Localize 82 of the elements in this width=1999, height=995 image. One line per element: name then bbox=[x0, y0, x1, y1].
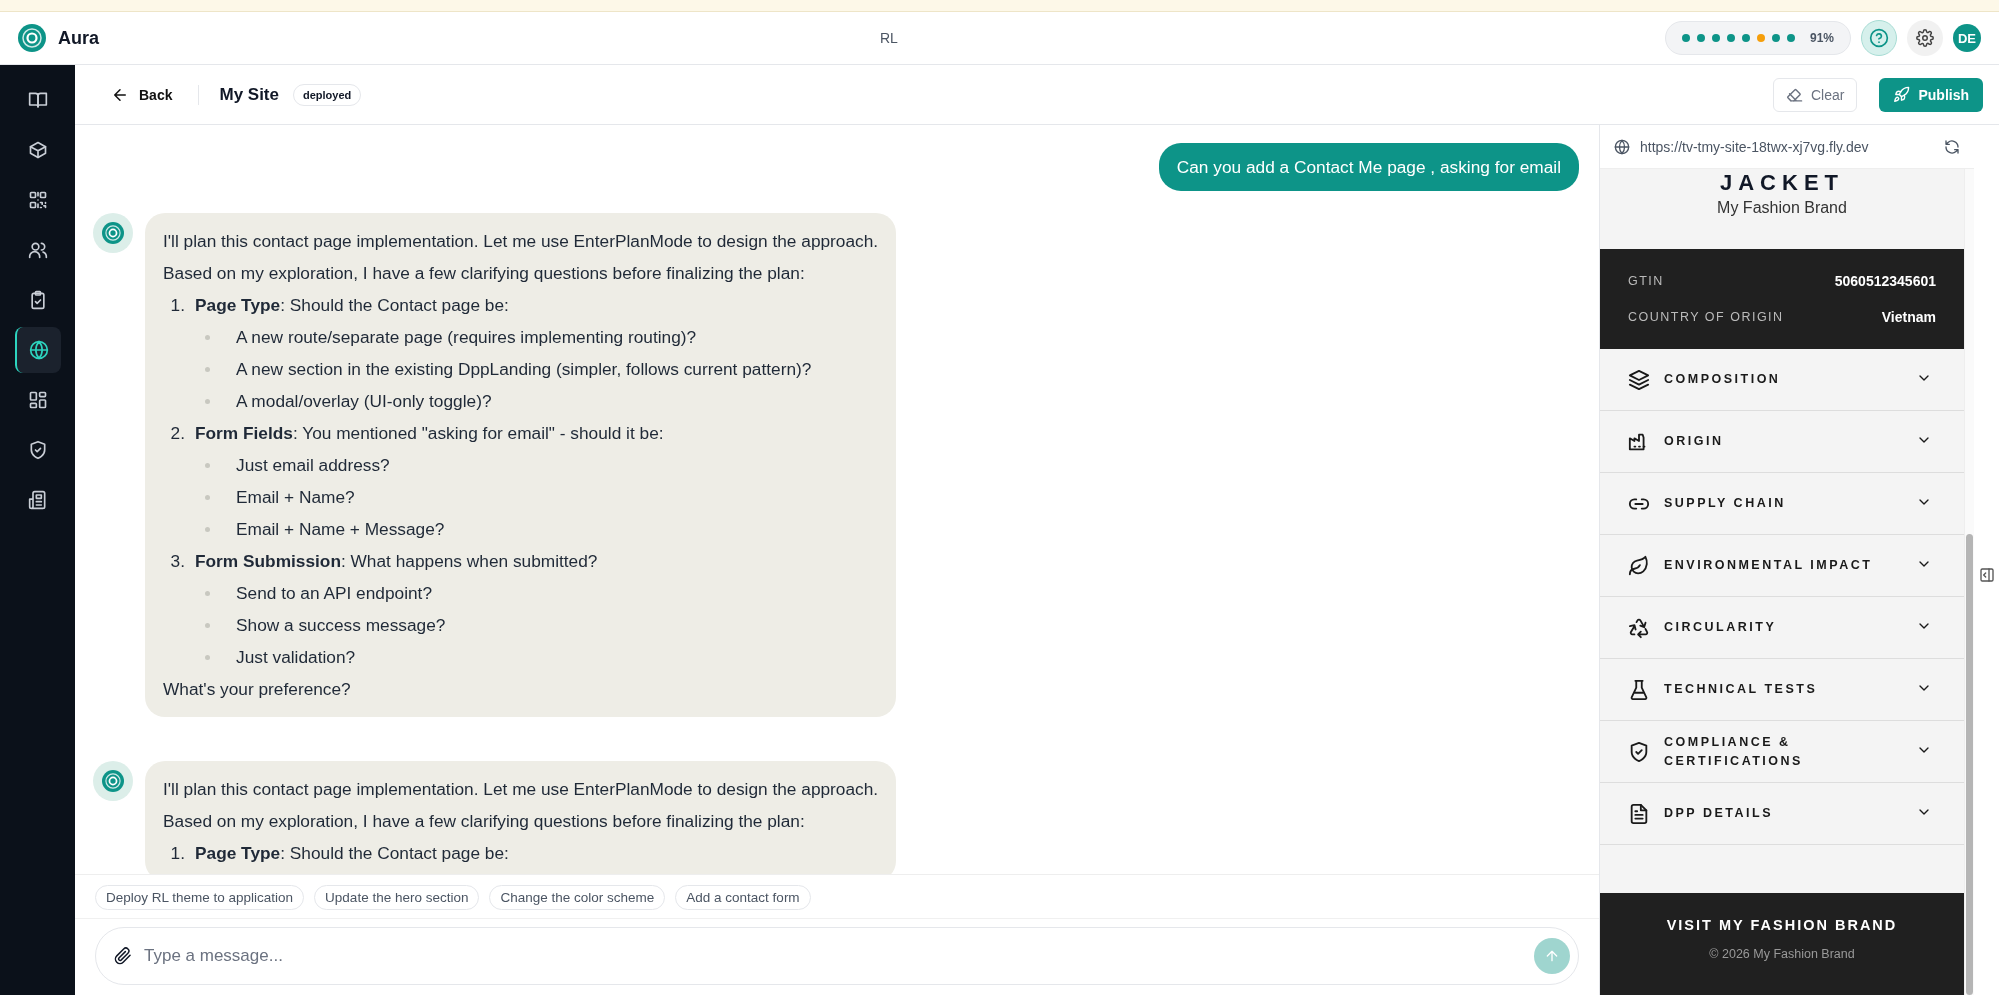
message-text: Based on my exploration, I have a few clarifying questions before finalizing the plan: bbox=[163, 810, 806, 833]
suggestion-chip[interactable]: Change the color scheme bbox=[489, 885, 666, 910]
message-text: I'll plan this contact page implementation. Let me use EnterPlanMode to design the approach. bbox=[163, 230, 879, 253]
eraser-icon bbox=[1785, 86, 1803, 103]
list-item-text: A modal/overlay (UI-only toggle)? bbox=[236, 390, 492, 413]
list-item-text: Page Type: Should the Contact page be: bbox=[195, 294, 509, 317]
settings-button[interactable] bbox=[1907, 20, 1943, 56]
bullet-icon bbox=[205, 366, 210, 372]
bullet-icon bbox=[205, 622, 210, 628]
newspaper-icon bbox=[27, 490, 48, 510]
list-item-text: Email + Name + Message? bbox=[236, 518, 445, 541]
bullet-icon bbox=[205, 334, 210, 340]
copyright-text: © 2026 My Fashion Brand bbox=[1709, 947, 1855, 961]
users-icon bbox=[27, 240, 48, 260]
bullet-icon bbox=[205, 526, 210, 532]
list-item-text: A new route/separate page (requires implementing routing)? bbox=[236, 326, 697, 349]
scrollbar-thumb[interactable] bbox=[1966, 534, 1973, 995]
help-button[interactable] bbox=[1861, 20, 1897, 56]
app-name: Aura bbox=[58, 27, 99, 49]
list-number: 3. bbox=[169, 550, 186, 573]
refresh-icon bbox=[1944, 138, 1960, 155]
list-item-text: Just validation? bbox=[236, 646, 356, 669]
bullet-icon bbox=[205, 654, 210, 660]
list-item-text: Form Fields: You mentioned "asking for email" - should it be: bbox=[195, 422, 664, 445]
message-text: Can you add a Contact Me page , asking for email bbox=[1176, 156, 1561, 179]
cube-icon bbox=[27, 140, 48, 160]
publish-button[interactable]: Publish bbox=[1879, 77, 1983, 112]
qr-code-icon bbox=[27, 190, 48, 210]
list-item-text: Page Type: Should the Contact page be: bbox=[195, 842, 509, 865]
list-item-text: A new section in the existing DppLanding (simpler, follows current pattern)? bbox=[236, 358, 812, 381]
assistant-avatar bbox=[93, 761, 133, 801]
list-item-text: Show a success message? bbox=[236, 614, 446, 637]
bullet-icon bbox=[205, 462, 210, 468]
bullet-icon bbox=[205, 494, 210, 500]
back-button[interactable]: Back bbox=[105, 79, 179, 110]
suggestion-chip[interactable]: Update the hero section bbox=[314, 885, 480, 910]
footer-link[interactable]: VISIT MY FASHION BRAND bbox=[1666, 917, 1898, 933]
document-icon bbox=[1628, 802, 1650, 825]
accordion-item[interactable]: DPP DETAILS bbox=[1600, 783, 1964, 845]
sidebar-item[interactable] bbox=[14, 327, 61, 373]
leaf-icon bbox=[1628, 554, 1650, 577]
list-item-text: Send to an API endpoint? bbox=[236, 582, 433, 605]
arrow-up-icon bbox=[1544, 948, 1560, 964]
help-icon bbox=[1869, 28, 1889, 48]
list-item-text: Just email address? bbox=[236, 454, 390, 477]
bullet-icon bbox=[205, 590, 210, 596]
suggestion-chip[interactable]: Add a contact form bbox=[675, 885, 811, 910]
paperclip-icon bbox=[114, 947, 132, 965]
message-text: Based on my exploration, I have a few clarifying questions before finalizing the plan: bbox=[163, 262, 806, 285]
globe-icon bbox=[1614, 138, 1630, 155]
fact-value: Vietnam bbox=[1881, 309, 1936, 325]
brand-name: My Fashion Brand bbox=[1716, 199, 1848, 217]
layers-icon bbox=[1628, 368, 1650, 391]
logo-icon bbox=[18, 24, 46, 52]
globe-icon bbox=[28, 340, 49, 360]
flask-icon bbox=[1628, 678, 1650, 701]
workspace-label: RL bbox=[880, 30, 898, 46]
user-avatar[interactable]: DE bbox=[1953, 24, 1981, 52]
book-icon bbox=[27, 90, 48, 110]
list-item-text: Form Submission: What happens when submitted? bbox=[195, 550, 598, 573]
shield-check-icon bbox=[1628, 740, 1650, 763]
list-number: 2. bbox=[169, 422, 186, 445]
recycle-icon bbox=[1628, 616, 1650, 639]
list-item-text: Email + Name? bbox=[236, 486, 355, 509]
product-name: JACKET bbox=[1719, 171, 1845, 195]
fact-label: GTIN bbox=[1628, 274, 1664, 288]
usage-percent: 91% bbox=[1809, 31, 1834, 45]
suggestion-chip[interactable]: Deploy RL theme to application bbox=[95, 885, 305, 910]
list-number: 1. bbox=[169, 842, 186, 865]
message-text: I'll plan this contact page implementation. Let me use EnterPlanMode to design the approach. bbox=[163, 778, 879, 801]
fact-value: 5060512345601 bbox=[1834, 273, 1936, 289]
list-number: 1. bbox=[169, 294, 186, 317]
assistant-avatar bbox=[93, 213, 133, 253]
bullet-icon bbox=[205, 398, 210, 404]
site-title: My Site bbox=[219, 84, 279, 105]
settings-icon bbox=[1916, 29, 1934, 47]
panel-toggle-icon bbox=[1978, 567, 1995, 583]
message-text: What's your preference? bbox=[163, 678, 352, 701]
fact-label: COUNTRY OF ORIGIN bbox=[1628, 310, 1784, 324]
clear-button[interactable]: Clear bbox=[1772, 77, 1858, 112]
grid-icon bbox=[27, 390, 48, 410]
rocket-icon bbox=[1893, 86, 1911, 103]
